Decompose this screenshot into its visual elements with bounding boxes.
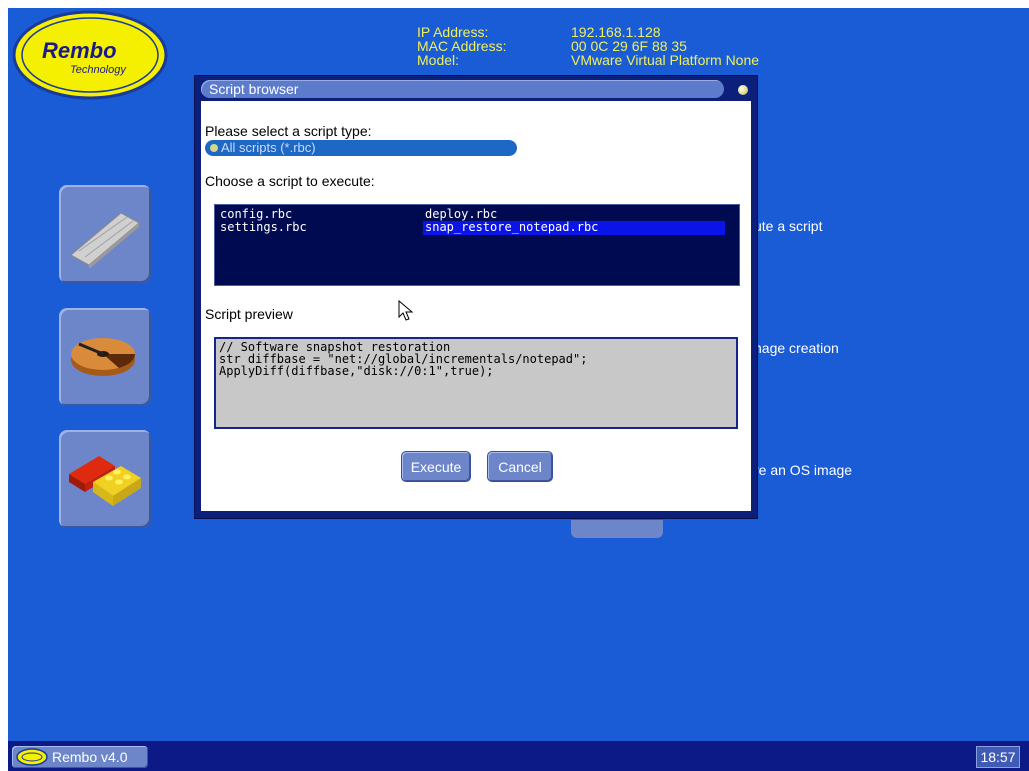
execute-script-button[interactable]	[59, 185, 151, 283]
keyboard-icon	[70, 212, 140, 269]
script-preview-label: Script preview	[205, 306, 293, 322]
script-browser-dialog: Script browser Please select a script ty…	[194, 75, 758, 519]
ip-value: 192.168.1.128	[571, 24, 661, 40]
model-label: Model:	[417, 52, 460, 68]
restore-os-image-label: re an OS image	[754, 462, 853, 478]
mac-label: MAC Address:	[417, 38, 507, 54]
dialog-title: Script browser	[201, 80, 724, 98]
choose-script-prompt: Choose a script to execute:	[205, 173, 375, 189]
start-label: Rembo v4.0	[52, 749, 128, 765]
preview-line: ApplyDiff(diffbase,"disk://0:1",true);	[219, 364, 494, 378]
cancel-button[interactable]: Cancel	[487, 451, 553, 482]
image-creation-button[interactable]	[59, 308, 151, 406]
machine-info-values: 192.168.1.128 00 0C 29 6F 88 35 VMware V…	[571, 25, 759, 67]
background-panel-tab	[571, 520, 663, 538]
mouse-cursor-icon	[398, 299, 414, 321]
ip-label: IP Address:	[417, 24, 489, 40]
radio-dot-icon	[210, 144, 218, 152]
script-list[interactable]: config.rbc settings.rbc deploy.rbc snap_…	[214, 204, 740, 286]
dialog-body: Please select a script type: All scripts…	[201, 101, 751, 511]
lego-bricks-icon	[69, 456, 141, 506]
rembo-mini-logo-icon	[16, 748, 48, 766]
script-type-select[interactable]: All scripts (*.rbc)	[205, 140, 517, 156]
restore-os-image-button[interactable]	[59, 430, 151, 528]
list-item-selected[interactable]: snap_restore_notepad.rbc	[423, 221, 725, 235]
taskbar: Rembo v4.0 18:57	[8, 741, 1029, 771]
desktop: Rembo Technology IP Address: MAC Address…	[8, 8, 1029, 741]
list-item[interactable]: settings.rbc	[218, 221, 307, 235]
mac-value: 00 0C 29 6F 88 35	[571, 38, 687, 54]
start-button[interactable]: Rembo v4.0	[12, 746, 148, 768]
disk-image-icon	[71, 338, 136, 376]
execute-button[interactable]: Execute	[401, 451, 471, 482]
machine-info-labels: IP Address: MAC Address: Model:	[417, 25, 506, 67]
dialog-close-button[interactable]	[738, 85, 748, 95]
script-type-value: All scripts (*.rbc)	[221, 140, 316, 155]
script-type-prompt: Please select a script type:	[205, 123, 372, 139]
logo-subtext: Technology	[70, 64, 127, 76]
rembo-logo: Rembo Technology	[12, 10, 168, 100]
execute-script-label: ute a script	[754, 218, 823, 234]
script-preview: // Software snapshot restoration str diff…	[214, 337, 738, 429]
clock: 18:57	[976, 746, 1020, 768]
model-value: VMware Virtual Platform None	[571, 52, 760, 68]
image-creation-label: nage creation	[754, 340, 839, 356]
logo-text: Rembo	[42, 38, 117, 63]
